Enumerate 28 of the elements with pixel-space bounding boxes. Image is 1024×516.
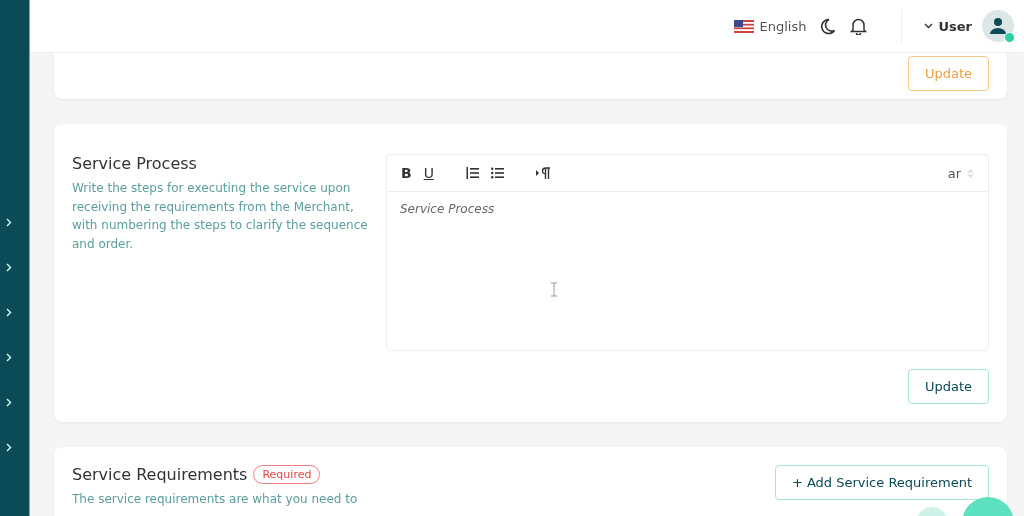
add-requirement-button[interactable]: + Add Service Requirement: [774, 465, 989, 500]
moon-icon[interactable]: [820, 17, 837, 35]
language-select[interactable]: ar: [947, 165, 961, 181]
caret-down-icon: [924, 23, 934, 29]
editor-input[interactable]: Service Process: [387, 192, 988, 350]
section-description: Write the steps for executing the service upon receiving the requirements from the Merchant, with numbering the steps to clarify the sequence and order.: [72, 180, 369, 253]
chevron-right-icon[interactable]: [6, 443, 12, 452]
chevron-right-icon[interactable]: [6, 263, 12, 272]
bullet-list-icon[interactable]: [490, 167, 504, 179]
user-menu[interactable]: User: [938, 18, 972, 34]
user-avatar[interactable]: [982, 10, 1014, 42]
paragraph-direction-icon[interactable]: [535, 167, 551, 179]
language-selector[interactable]: English: [759, 18, 807, 34]
text-cursor-icon: [550, 282, 558, 297]
numbered-list-icon[interactable]: [465, 167, 479, 179]
bold-button[interactable]: B: [401, 165, 412, 181]
chevron-right-icon[interactable]: [6, 353, 12, 362]
chevron-right-icon[interactable]: [6, 308, 12, 317]
chevron-right-icon[interactable]: [6, 398, 12, 407]
underline-button[interactable]: U: [423, 165, 434, 181]
person-icon: [989, 17, 1007, 35]
flag-icon: [733, 19, 754, 33]
chevron-right-icon[interactable]: [6, 218, 12, 227]
bell-icon[interactable]: [850, 17, 868, 35]
section-title: Service Requirements: [72, 465, 248, 484]
section-title: Service Process: [72, 154, 197, 173]
update-button[interactable]: Update: [907, 369, 989, 404]
section-description: The service requirements are what you need to: [72, 491, 359, 508]
